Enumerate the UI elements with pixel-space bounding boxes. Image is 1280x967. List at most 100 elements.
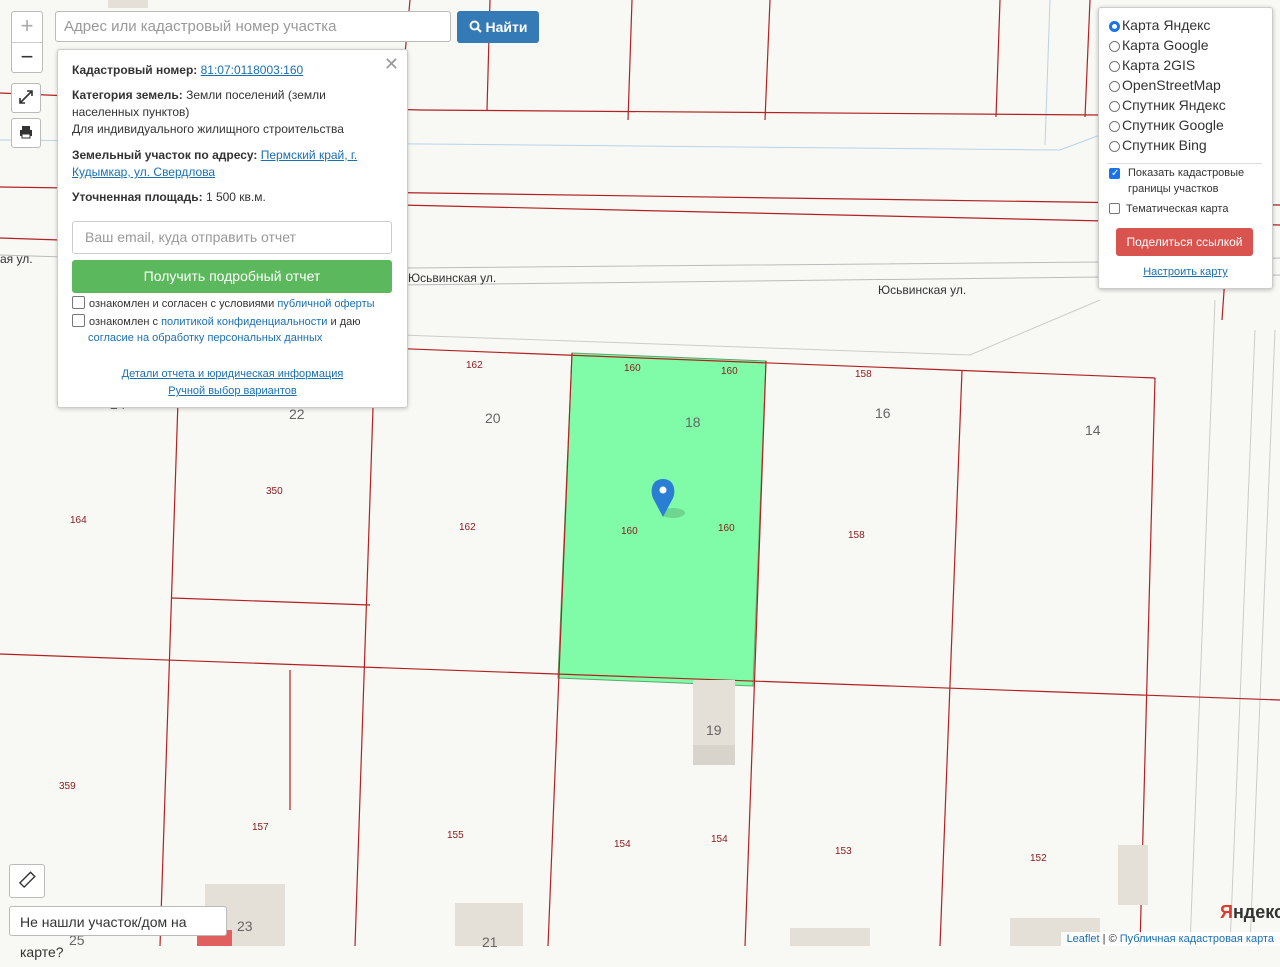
layer-option-yandex-satellite[interactable]: Спутник Яндекс (1109, 95, 1226, 115)
search-button[interactable]: Найти (457, 11, 539, 43)
attribution: Leaflet | © Публичная кадастровая карта (1060, 932, 1280, 946)
parcel-number: 153 (835, 846, 852, 857)
cadastral-row: Кадастровый номер: 81:07:0118003:160 (72, 62, 392, 79)
share-link-button[interactable]: Поделиться ссылкой (1116, 228, 1253, 256)
yandex-logo-ya: Я (1220, 902, 1233, 922)
offer-link[interactable]: публичной оферты (277, 298, 374, 310)
consent-privacy-checkbox[interactable] (72, 314, 85, 327)
radio-icon[interactable] (1109, 101, 1120, 112)
parcel-number: 152 (1030, 853, 1047, 864)
category-row: Категория земель: Земли поселений (земли… (72, 87, 392, 138)
zoom-in-button[interactable]: + (12, 12, 42, 43)
layer-option-google-map[interactable]: Карта Google (1109, 35, 1209, 55)
manual-select-link[interactable]: Ручной выбор вариантов (58, 385, 407, 397)
email-field[interactable]: Ваш email, куда отправить отчет (72, 221, 392, 254)
consent-offer-checkbox[interactable] (72, 296, 85, 309)
layer-option-osm[interactable]: OpenStreetMap (1109, 75, 1221, 95)
category-label: Категория земель: (72, 88, 183, 102)
house-number: 16 (875, 405, 891, 421)
parcel-number: 158 (848, 530, 865, 541)
search-button-label: Найти (485, 19, 528, 35)
radio-icon[interactable] (1109, 41, 1120, 52)
radio-icon[interactable] (1109, 21, 1120, 32)
parcel-number: 158 (855, 369, 872, 380)
parcel-number: 164 (70, 515, 87, 526)
print-button[interactable] (11, 118, 41, 148)
layers-panel: Карта Яндекс Карта Google Карта 2GIS Ope… (1098, 7, 1273, 289)
show-borders-checkbox[interactable] (1109, 166, 1120, 182)
layer-option-bing-satellite[interactable]: Спутник Bing (1109, 135, 1207, 155)
layer-label: Карта 2GIS (1122, 57, 1196, 73)
parcel-number: 162 (459, 522, 476, 533)
parcel-number: 154 (711, 834, 728, 845)
personal-data-link[interactable]: согласие на обработку персональных данны… (72, 332, 322, 344)
area-label: Уточненная площадь: (72, 190, 203, 204)
layer-label: Карта Google (1122, 37, 1209, 53)
layer-label: Спутник Bing (1122, 137, 1207, 153)
radio-icon[interactable] (1109, 121, 1120, 132)
fullscreen-button[interactable] (11, 83, 41, 113)
copyright-sign: © (1108, 933, 1117, 945)
details-link[interactable]: Детали отчета и юридическая информация (58, 368, 407, 380)
parcel-number: 160 (621, 526, 638, 537)
zoom-out-button[interactable]: − (12, 43, 42, 73)
radio-icon[interactable] (1109, 81, 1120, 92)
street-label: Юсьвинская ул. (408, 271, 497, 285)
street-label: ая ул. (0, 252, 33, 266)
thematic-checkbox[interactable] (1109, 203, 1120, 214)
cadastral-label: Кадастровый номер: (72, 63, 198, 77)
address-label: Земельный участок по адресу: (72, 148, 258, 162)
house-number: 18 (685, 414, 701, 430)
privacy-link[interactable]: политикой конфиденциальности (161, 316, 327, 328)
source-link[interactable]: Публичная кадастровая карта (1120, 933, 1274, 945)
house-number: 14 (1085, 422, 1101, 438)
consent-privacy: ознакомлен с политикой конфиденциальност… (72, 314, 387, 346)
setup-map-link[interactable]: Настроить карту (1099, 266, 1272, 278)
house-number: 22 (289, 406, 305, 422)
layer-option-2gis-map[interactable]: Карта 2GIS (1109, 55, 1195, 75)
house-number: 21 (482, 934, 498, 950)
layer-label: Карта Яндекс (1122, 17, 1211, 33)
parcel-number: 154 (614, 839, 631, 850)
layer-label: Спутник Google (1122, 117, 1224, 133)
leaflet-link[interactable]: Leaflet (1067, 933, 1100, 945)
yandex-logo: Яндекс (1220, 902, 1280, 923)
parcel-number: 160 (721, 366, 738, 377)
show-borders-label: Показать кадастровые границы участков (1128, 167, 1245, 195)
cadastral-number-link[interactable]: 81:07:0118003:160 (201, 63, 304, 77)
permitted-use: Для индивидуального жилищного строительс… (72, 122, 344, 136)
parcel-number: 160 (624, 363, 641, 374)
parcel-number: 359 (59, 781, 76, 792)
house-number: 23 (237, 918, 253, 934)
address-row: Земельный участок по адресу: Пермский кр… (72, 147, 392, 181)
parcel-number: 350 (266, 486, 283, 497)
radio-icon[interactable] (1109, 141, 1120, 152)
ruler-icon (18, 871, 36, 889)
thematic-option[interactable]: Тематическая карта (1109, 201, 1228, 217)
consent-offer-text: ознакомлен и согласен с условиями (89, 298, 275, 310)
layer-option-yandex-map[interactable]: Карта Яндекс (1109, 15, 1210, 35)
selected-parcel (557, 352, 767, 687)
zoom-control: + − (11, 11, 43, 73)
area-value: 1 500 кв.м. (205, 190, 266, 204)
consent-offer: ознакомлен и согласен с условиями публич… (72, 296, 387, 312)
radio-icon[interactable] (1109, 61, 1120, 72)
house-number: 20 (485, 410, 501, 426)
layer-label: OpenStreetMap (1122, 77, 1221, 93)
parcel-number: 157 (252, 822, 269, 833)
consent-privacy-text: ознакомлен с (89, 316, 159, 328)
search-input[interactable]: Адрес или кадастровый номер участка (55, 11, 451, 42)
expand-icon (19, 90, 33, 104)
consent-privacy-mid: и даю (330, 316, 361, 328)
attribution-separator: | (1102, 933, 1106, 945)
not-found-button[interactable]: Не нашли участок/дом на карте? (9, 906, 227, 960)
parcel-number: 162 (466, 360, 483, 371)
layer-option-google-satellite[interactable]: Спутник Google (1109, 115, 1224, 135)
area-row: Уточненная площадь: 1 500 кв.м. (72, 189, 392, 206)
measure-button[interactable] (9, 864, 45, 898)
get-report-button[interactable]: Получить подробный отчет (72, 260, 392, 293)
layer-label: Спутник Яндекс (1122, 97, 1226, 113)
parcel-number: 160 (718, 523, 735, 534)
show-borders-option[interactable]: Показать кадастровые границы участков (1109, 165, 1259, 197)
street-label: Юсьвинская ул. (878, 283, 967, 297)
